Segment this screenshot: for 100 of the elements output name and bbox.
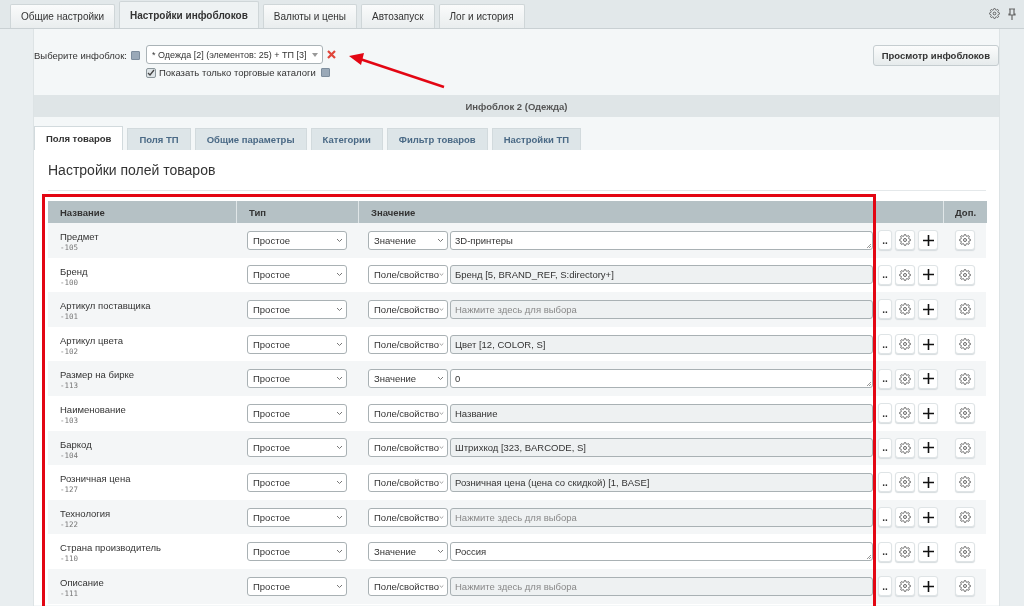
type-select[interactable]: Простое bbox=[247, 265, 347, 285]
type-select[interactable]: Простое bbox=[247, 576, 347, 596]
add-button[interactable] bbox=[918, 403, 938, 424]
add-button[interactable] bbox=[918, 264, 938, 285]
infoblock-select[interactable]: * Одежда [2] (элементов: 25) + ТП [3] bbox=[145, 45, 323, 64]
source-select[interactable]: Поле/свойство bbox=[368, 265, 448, 285]
view-infoblocks-button[interactable]: Просмотр инфоблоков bbox=[872, 45, 999, 66]
more-button[interactable]: .. bbox=[878, 576, 892, 597]
tab[interactable]: Фильтр товаров bbox=[386, 128, 488, 150]
add-button[interactable] bbox=[918, 368, 938, 389]
gear-icon bbox=[899, 476, 911, 489]
settings-button[interactable] bbox=[955, 403, 975, 424]
settings-button[interactable] bbox=[955, 437, 975, 458]
resize-grip-icon[interactable] bbox=[866, 381, 872, 388]
field-name: Описание bbox=[60, 576, 105, 588]
value-field[interactable]: 3D-принтеры bbox=[450, 230, 873, 250]
settings-button[interactable] bbox=[955, 576, 975, 597]
resize-grip-icon[interactable] bbox=[866, 242, 872, 249]
value-field[interactable]: 0 bbox=[450, 369, 873, 389]
type-select[interactable]: Простое bbox=[247, 403, 347, 423]
help-icon[interactable] bbox=[130, 51, 140, 60]
settings-button[interactable] bbox=[955, 264, 975, 285]
pin-icon[interactable] bbox=[1008, 7, 1016, 20]
add-button[interactable] bbox=[918, 230, 938, 251]
settings-button[interactable] bbox=[955, 472, 975, 493]
value-field[interactable]: Штрихкод [323, BARCODE, S] bbox=[450, 438, 873, 458]
more-button[interactable]: .. bbox=[878, 368, 892, 389]
value-field[interactable]: Розничная цена (цена со скидкой) [1, BASE] bbox=[450, 472, 873, 492]
settings-button[interactable] bbox=[955, 230, 975, 251]
type-select[interactable]: Простое bbox=[247, 542, 347, 562]
source-select[interactable]: Поле/свойство bbox=[368, 300, 448, 319]
gear-icon bbox=[959, 580, 971, 593]
settings-button[interactable] bbox=[955, 299, 975, 320]
settings-button[interactable] bbox=[955, 507, 975, 528]
settings-button[interactable] bbox=[955, 368, 975, 389]
more-button[interactable]: .. bbox=[878, 403, 892, 424]
type-select[interactable]: Простое bbox=[247, 334, 347, 354]
add-button[interactable] bbox=[918, 472, 938, 493]
more-button[interactable]: .. bbox=[878, 264, 892, 285]
tab[interactable]: Категории bbox=[310, 128, 383, 150]
settings-button[interactable] bbox=[955, 334, 975, 355]
source-select[interactable]: Поле/свойство bbox=[368, 438, 448, 458]
value-field[interactable]: Нажмите здесь для выбора bbox=[450, 507, 873, 527]
help-icon[interactable] bbox=[320, 68, 330, 77]
gear-icon bbox=[899, 303, 911, 316]
more-button[interactable]: .. bbox=[878, 437, 892, 458]
tab[interactable]: Поля товаров bbox=[34, 126, 124, 150]
add-button[interactable] bbox=[918, 541, 938, 562]
type-select[interactable]: Простое bbox=[247, 507, 347, 527]
plus-icon bbox=[922, 580, 934, 592]
gear-icon bbox=[959, 338, 971, 351]
value-field[interactable]: Цвет [12, COLOR, S] bbox=[450, 334, 873, 354]
source-select[interactable]: Значение bbox=[368, 542, 448, 562]
source-select[interactable]: Поле/свойство bbox=[368, 403, 448, 423]
field-name: Бренд bbox=[60, 265, 89, 277]
add-button[interactable] bbox=[918, 334, 938, 355]
tab[interactable]: Лог и история bbox=[438, 4, 525, 28]
resize-grip-icon[interactable] bbox=[866, 554, 872, 561]
checkbox[interactable] bbox=[145, 67, 156, 78]
source-select[interactable]: Поле/свойство bbox=[368, 334, 448, 354]
more-button[interactable]: .. bbox=[878, 507, 892, 528]
type-select[interactable]: Простое bbox=[247, 472, 347, 492]
add-button[interactable] bbox=[918, 437, 938, 458]
source-select[interactable]: Поле/свойство bbox=[368, 472, 448, 492]
plus-icon bbox=[922, 338, 934, 350]
tab[interactable]: Поля ТП bbox=[127, 128, 191, 150]
add-button[interactable] bbox=[918, 507, 938, 528]
more-button[interactable]: .. bbox=[878, 541, 892, 562]
add-button[interactable] bbox=[918, 576, 938, 597]
tab[interactable]: Общие параметры bbox=[194, 128, 307, 150]
section-title: Настройки полей товаров bbox=[48, 162, 986, 191]
value-field[interactable]: Название bbox=[450, 403, 873, 423]
type-select[interactable]: Простое bbox=[247, 369, 347, 389]
source-select[interactable]: Поле/свойство bbox=[368, 507, 448, 527]
chevron-icon bbox=[437, 237, 444, 243]
tab[interactable]: Настройки ТП bbox=[491, 128, 582, 150]
tab[interactable]: Настройки инфоблоков bbox=[119, 1, 259, 28]
value-field[interactable]: Нажмите здесь для выбора bbox=[450, 300, 873, 319]
add-button[interactable] bbox=[918, 299, 938, 320]
type-select[interactable]: Простое bbox=[247, 438, 347, 458]
source-select[interactable]: Поле/свойство bbox=[368, 576, 448, 596]
more-button[interactable]: .. bbox=[878, 299, 892, 320]
more-button[interactable]: .. bbox=[878, 472, 892, 493]
more-button[interactable]: .. bbox=[878, 334, 892, 355]
source-select[interactable]: Значение bbox=[368, 369, 448, 389]
value-field[interactable]: Нажмите здесь для выбора bbox=[450, 576, 873, 596]
tab[interactable]: Автозапуск bbox=[361, 4, 435, 28]
more-button[interactable]: .. bbox=[878, 230, 892, 251]
source-select[interactable]: Значение bbox=[368, 230, 448, 250]
value-field[interactable]: Россия bbox=[450, 542, 873, 562]
settings-icon[interactable] bbox=[989, 8, 1000, 19]
tab[interactable]: Валюты и цены bbox=[262, 4, 357, 28]
clear-icon[interactable] bbox=[326, 50, 336, 59]
type-select[interactable]: Простое bbox=[247, 230, 347, 250]
gear-icon bbox=[899, 511, 911, 524]
type-select[interactable]: Простое bbox=[247, 300, 347, 319]
tab[interactable]: Общие настройки bbox=[10, 4, 115, 28]
settings-button[interactable] bbox=[955, 541, 975, 562]
plus-icon bbox=[922, 407, 934, 419]
value-field[interactable]: Бренд [5, BRAND_REF, S:directory+] bbox=[450, 265, 873, 285]
